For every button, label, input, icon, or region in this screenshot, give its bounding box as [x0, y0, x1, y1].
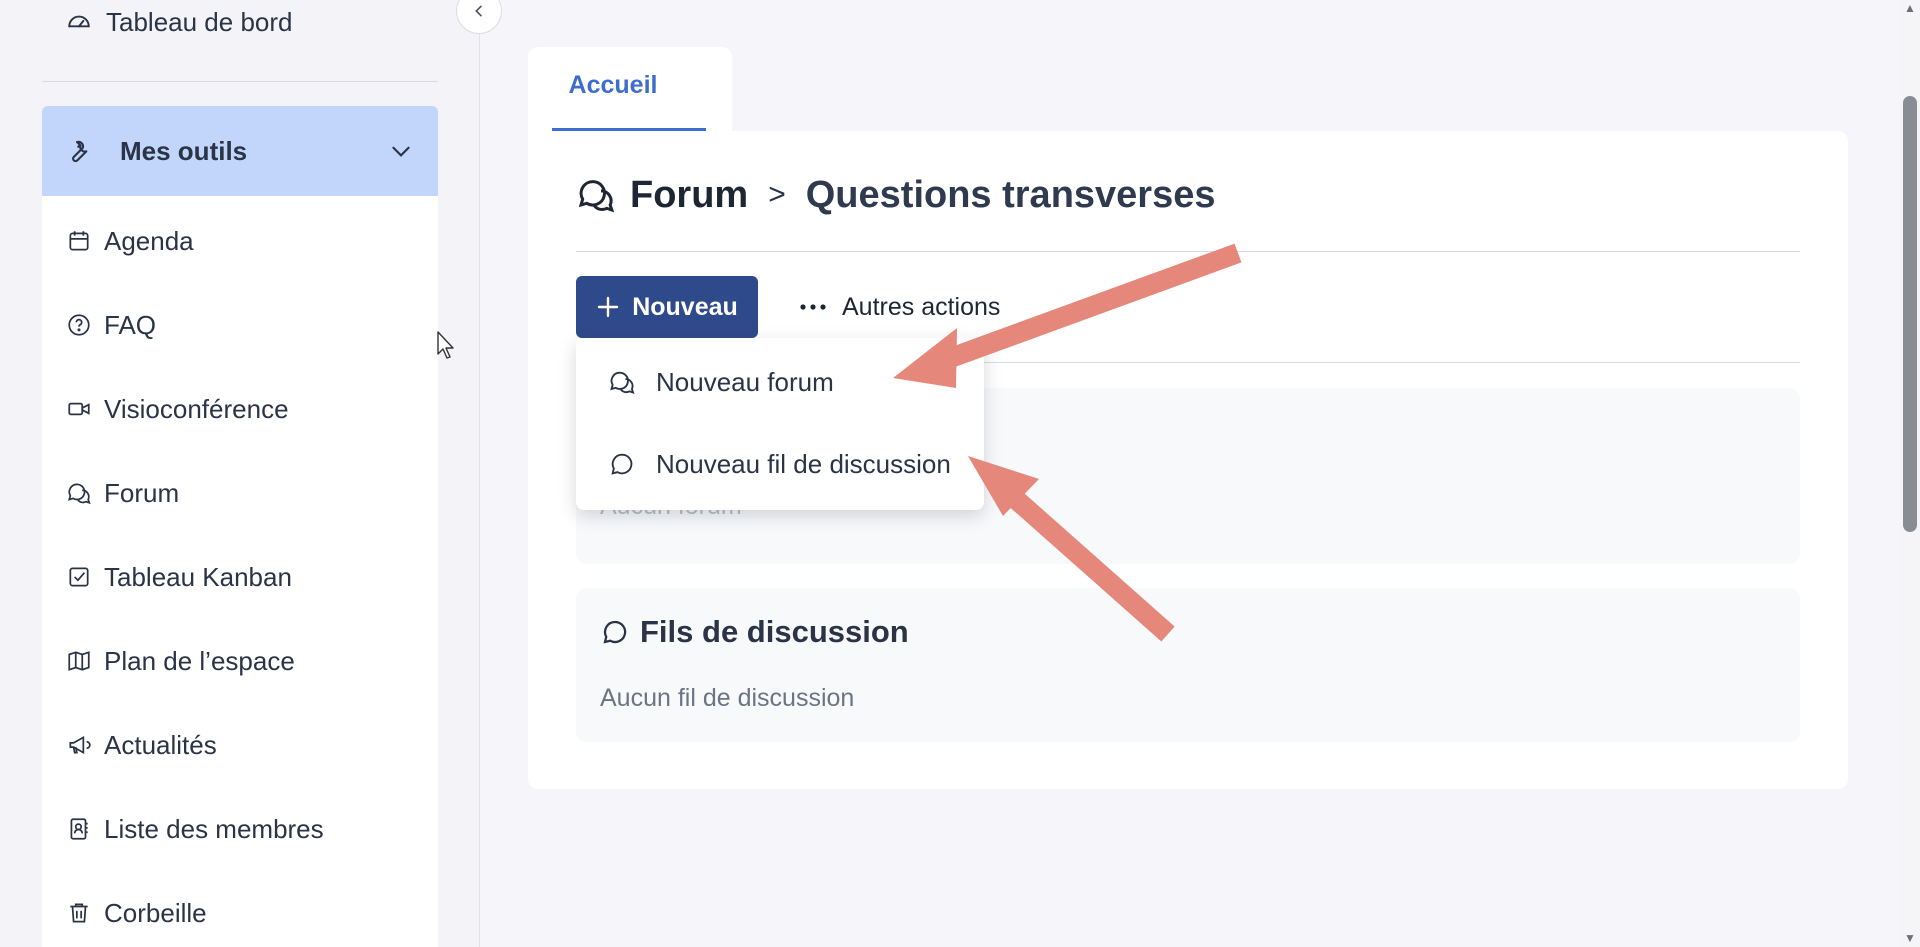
tools-section-toggle[interactable]: Mes outils: [42, 106, 438, 196]
video-icon: [68, 402, 90, 416]
sidebar-item-dashboard[interactable]: Tableau de bord: [66, 4, 292, 40]
tools-header-label: Mes outils: [120, 135, 248, 166]
megaphone-icon: [69, 735, 91, 755]
sidebar-item-label: Tableau Kanban: [104, 561, 292, 592]
other-actions-button[interactable]: Autres actions: [798, 276, 1000, 338]
chevron-down-icon: [392, 146, 410, 157]
contacts-icon: [70, 818, 88, 840]
scroll-up-arrow-icon[interactable]: ▲: [1903, 2, 1917, 14]
tab-home-label: Accueil: [568, 71, 658, 99]
sidebar-item-kanban[interactable]: Tableau Kanban: [66, 557, 292, 597]
tools-list: Agenda FAQ Visioconférence Forum Tableau…: [42, 196, 438, 947]
menu-item-label: Nouveau fil de discussion: [656, 448, 951, 479]
sidebar-item-label: Tableau de bord: [106, 6, 293, 37]
tab-home[interactable]: Accueil: [528, 47, 732, 131]
wrench-icon: [72, 140, 88, 163]
gauge-icon: [68, 15, 90, 28]
sidebar-item-forum[interactable]: Forum: [66, 473, 179, 513]
threads-title-label: Fils de discussion: [640, 614, 909, 649]
menu-item-label: Nouveau forum: [656, 366, 834, 397]
sidebar-item-label: FAQ: [104, 309, 157, 340]
mouse-cursor-icon: [437, 331, 454, 359]
sidebar-item-visio[interactable]: Visioconférence: [66, 389, 289, 429]
threads-section: Fils de discussion Aucun fil de discussi…: [576, 588, 1800, 742]
sidebar-item-map[interactable]: Plan de l’espace: [66, 641, 295, 681]
more-horizontal-icon: [800, 304, 826, 310]
menu-item-new-thread[interactable]: Nouveau fil de discussion: [608, 442, 951, 486]
chat-bubble-icon: [603, 620, 627, 644]
sidebar-item-faq[interactable]: FAQ: [66, 305, 156, 345]
breadcrumb: Forum > Questions transverses: [576, 167, 1216, 223]
sidebar-item-label: Plan de l’espace: [104, 645, 295, 676]
sidebar-divider: [42, 81, 438, 82]
forum-icon: [578, 180, 615, 213]
map-icon: [68, 651, 90, 671]
sidebar-item-label: Liste des membres: [104, 813, 324, 844]
checkbox-icon: [69, 567, 89, 587]
threads-empty-text: Aucun fil de discussion: [600, 684, 855, 712]
scroll-down-arrow-icon[interactable]: ▼: [1903, 932, 1917, 944]
forum-icon: [610, 371, 635, 394]
breadcrumb-separator: >: [768, 178, 786, 211]
sidebar-item-label: Visioconférence: [104, 393, 289, 424]
header-divider: [576, 251, 1800, 252]
forum-icon: [67, 483, 91, 505]
sidebar-item-label: Corbeille: [104, 897, 207, 928]
threads-title: Fils de discussion: [600, 612, 909, 652]
sidebar-item-agenda[interactable]: Agenda: [66, 221, 194, 261]
trash-icon: [70, 903, 88, 923]
chat-bubble-icon: [611, 453, 633, 475]
sidebar-item-label: Actualités: [104, 729, 217, 760]
sidebar-item-news[interactable]: Actualités: [66, 725, 217, 765]
new-button-label: Nouveau: [632, 292, 738, 321]
plus-icon: [598, 296, 619, 318]
collapse-sidebar-button[interactable]: [456, 0, 502, 34]
scrollbar-thumb[interactable]: [1903, 96, 1917, 532]
other-actions-label: Autres actions: [842, 292, 1001, 321]
sidebar-item-members[interactable]: Liste des membres: [66, 809, 324, 849]
new-dropdown-menu: Nouveau forum Nouveau fil de discussion: [576, 338, 984, 510]
sidebar-item-label: Forum: [104, 477, 180, 508]
calendar-icon: [69, 231, 89, 251]
sidebar-item-trash[interactable]: Corbeille: [66, 893, 207, 933]
page-title: Questions transverses: [805, 173, 1216, 216]
help-circle-icon: [68, 314, 90, 336]
chevron-left-icon: [475, 5, 482, 17]
sidebar-item-label: Agenda: [104, 225, 194, 256]
menu-item-new-forum[interactable]: Nouveau forum: [608, 360, 834, 404]
new-button[interactable]: Nouveau: [576, 276, 758, 338]
breadcrumb-root[interactable]: Forum: [630, 174, 748, 217]
sidebar: Tableau de bord Mes outils Agenda FAQ Vi…: [0, 0, 502, 947]
